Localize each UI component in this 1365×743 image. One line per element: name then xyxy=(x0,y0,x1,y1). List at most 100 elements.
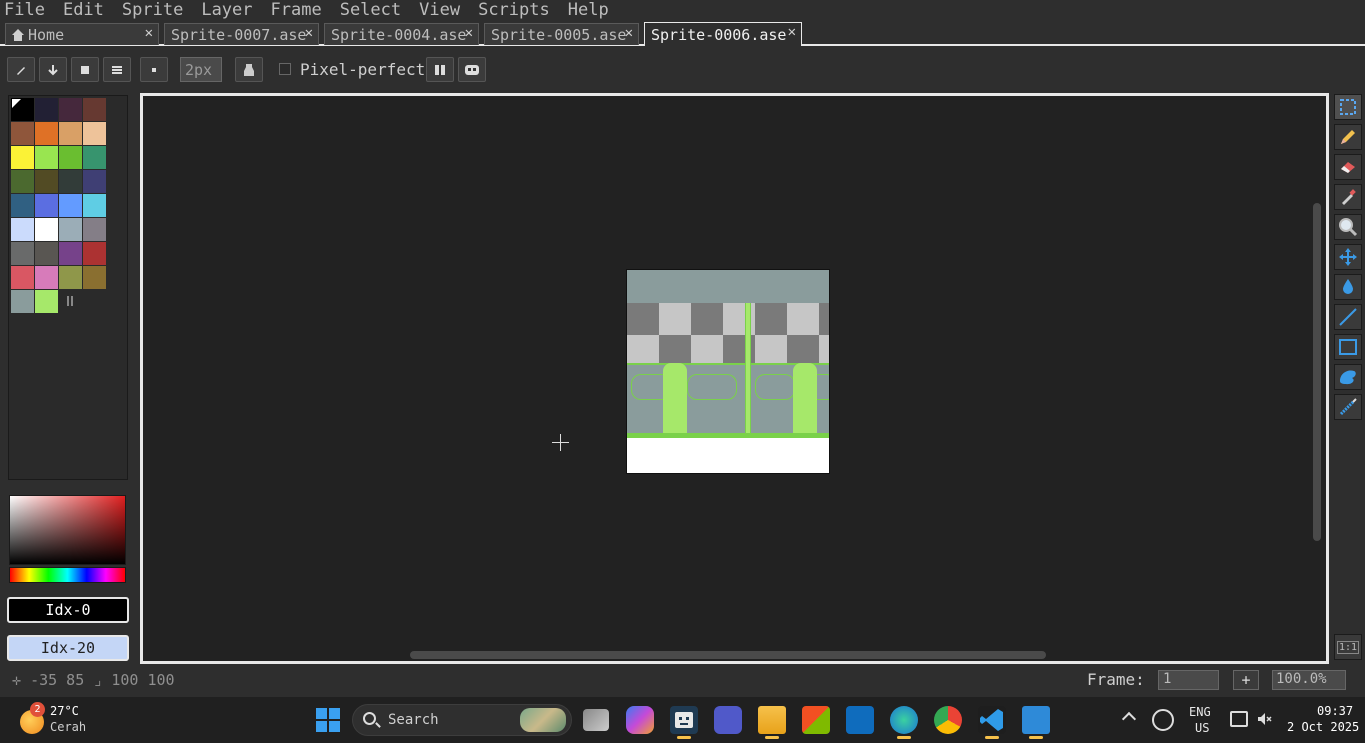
palette-swatch[interactable] xyxy=(59,98,82,121)
vertical-scrollbar[interactable] xyxy=(1313,203,1321,541)
language-indicator[interactable]: ENG xyxy=(1189,705,1211,719)
palette-swatch[interactable] xyxy=(35,242,58,265)
palette-swatch[interactable] xyxy=(11,146,34,169)
palette-resize-grip[interactable] xyxy=(67,296,73,306)
brush-square-button[interactable] xyxy=(71,57,99,82)
background-color-button[interactable]: Idx-20 xyxy=(7,635,129,661)
palette-swatch[interactable] xyxy=(83,194,106,217)
palette-swatch[interactable] xyxy=(59,170,82,193)
line-tool[interactable] xyxy=(1334,304,1362,330)
palette-swatch[interactable] xyxy=(35,194,58,217)
close-icon[interactable]: ✕ xyxy=(305,25,313,41)
start-button[interactable] xyxy=(314,706,342,734)
edge-icon[interactable] xyxy=(890,706,918,739)
tab-sprite-0006[interactable]: Sprite-0006.ase ✕ xyxy=(644,22,802,46)
close-icon[interactable]: ✕ xyxy=(788,24,796,40)
pencil-tool[interactable] xyxy=(1334,124,1362,150)
palette-swatch[interactable] xyxy=(83,266,106,289)
blur-tool[interactable] xyxy=(1334,394,1362,420)
palette-swatch[interactable] xyxy=(11,266,34,289)
palette-swatch[interactable] xyxy=(11,242,34,265)
weather-description[interactable]: Cerah xyxy=(50,720,86,734)
palette-swatch[interactable] xyxy=(35,122,58,145)
eyedropper-tool[interactable] xyxy=(1334,184,1362,210)
teams-icon[interactable] xyxy=(714,706,742,734)
file-explorer-icon[interactable] xyxy=(758,706,786,739)
sprite-canvas[interactable] xyxy=(626,269,830,474)
tab-sprite-0005[interactable]: Sprite-0005.ase ✕ xyxy=(484,23,639,45)
palette-swatch[interactable] xyxy=(35,266,58,289)
pixel-perfect-checkbox[interactable] xyxy=(279,63,291,75)
brush-size-input[interactable]: 2px xyxy=(180,57,222,82)
ink-button[interactable] xyxy=(235,57,263,82)
palette-swatch[interactable] xyxy=(35,146,58,169)
menu-layer[interactable]: Layer xyxy=(201,1,252,19)
aseprite-taskbar-icon[interactable] xyxy=(670,706,698,739)
brush-options-button[interactable] xyxy=(103,57,131,82)
close-icon[interactable]: ✕ xyxy=(145,25,153,41)
tab-sprite-0004[interactable]: Sprite-0004.ase ✕ xyxy=(324,23,479,45)
eraser-tool[interactable] xyxy=(1334,154,1362,180)
menu-help[interactable]: Help xyxy=(568,1,609,19)
menu-file[interactable]: File xyxy=(4,1,45,19)
clock-date[interactable]: 2 Oct 2025 xyxy=(1287,720,1359,734)
copilot-icon[interactable] xyxy=(626,706,654,734)
frame-input[interactable]: 1 xyxy=(1158,670,1219,690)
tab-sprite-0007[interactable]: Sprite-0007.ase ✕ xyxy=(164,23,319,45)
menu-edit[interactable]: Edit xyxy=(63,1,104,19)
tab-home[interactable]: Home ✕ xyxy=(5,23,159,45)
paint-bucket-tool[interactable] xyxy=(1334,274,1362,300)
palette-swatch[interactable] xyxy=(83,218,106,241)
palette-swatch[interactable] xyxy=(59,266,82,289)
menu-scripts[interactable]: Scripts xyxy=(478,1,550,19)
palette-swatch[interactable] xyxy=(11,194,34,217)
move-tool[interactable] xyxy=(1334,244,1362,270)
palette-swatch[interactable] xyxy=(11,290,34,313)
palette-swatch[interactable] xyxy=(11,218,34,241)
menu-sprite[interactable]: Sprite xyxy=(122,1,183,19)
add-frame-button[interactable]: + xyxy=(1233,670,1259,690)
palette-swatch[interactable] xyxy=(35,98,58,121)
foreground-color-button[interactable]: Idx-0 xyxy=(7,597,129,623)
palette-swatch[interactable] xyxy=(59,194,82,217)
palette-swatch[interactable] xyxy=(35,170,58,193)
sync-icon[interactable] xyxy=(1152,709,1174,731)
hue-slider[interactable] xyxy=(9,567,126,583)
task-view-icon[interactable] xyxy=(583,709,609,731)
weather-temperature[interactable]: 27°C xyxy=(50,704,79,718)
palette-swatch[interactable] xyxy=(11,170,34,193)
close-icon[interactable]: ✕ xyxy=(465,25,473,41)
rectangle-tool[interactable] xyxy=(1334,334,1362,360)
horizontal-scrollbar[interactable] xyxy=(410,651,1046,659)
brush-shape-button[interactable] xyxy=(140,57,168,82)
notepad-icon[interactable] xyxy=(1022,706,1050,739)
palette-swatch[interactable] xyxy=(59,218,82,241)
palette-swatch[interactable] xyxy=(83,122,106,145)
reset-zoom-button[interactable]: 1:1 xyxy=(1334,634,1362,660)
menu-frame[interactable]: Frame xyxy=(271,1,322,19)
chrome-icon[interactable] xyxy=(934,706,962,734)
zoom-input[interactable]: 100.0% xyxy=(1272,670,1346,690)
microsoft-store-icon[interactable] xyxy=(802,706,830,734)
brush-down-button[interactable] xyxy=(39,57,67,82)
close-icon[interactable]: ✕ xyxy=(625,25,633,41)
contour-tool[interactable] xyxy=(1334,364,1362,390)
color-saturation-value-picker[interactable] xyxy=(9,495,126,565)
palette-swatch[interactable] xyxy=(83,170,106,193)
palette-swatch[interactable] xyxy=(83,146,106,169)
palette-swatch[interactable] xyxy=(83,98,106,121)
language-region[interactable]: US xyxy=(1195,721,1209,735)
symmetry-button[interactable] xyxy=(426,57,454,82)
menu-select[interactable]: Select xyxy=(340,1,401,19)
palette-swatch[interactable] xyxy=(59,122,82,145)
palette-swatch[interactable] xyxy=(35,290,58,313)
palette-swatch[interactable] xyxy=(59,242,82,265)
menu-view[interactable]: View xyxy=(419,1,460,19)
palette-swatch[interactable] xyxy=(11,98,34,121)
vscode-icon[interactable] xyxy=(978,706,1006,739)
outlook-icon[interactable] xyxy=(846,706,874,734)
selection-tool[interactable] xyxy=(1334,94,1362,120)
zoom-tool[interactable] xyxy=(1334,214,1362,240)
palette-swatch[interactable] xyxy=(11,122,34,145)
palette-swatch[interactable] xyxy=(59,146,82,169)
